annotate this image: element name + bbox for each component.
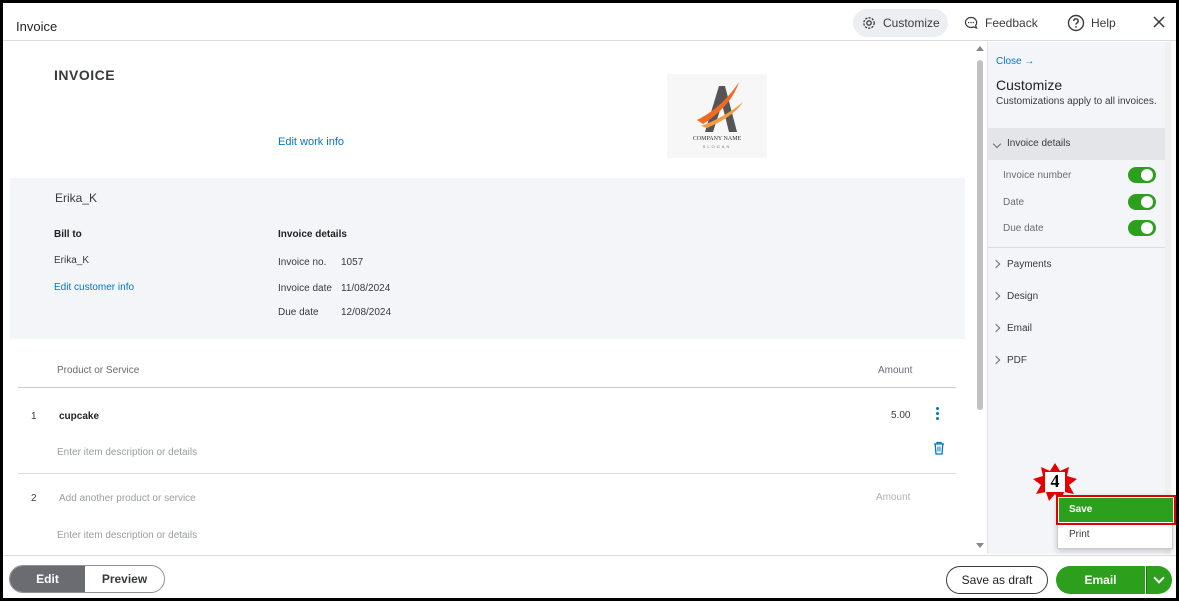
detail-value: 12/08/2024: [341, 307, 392, 318]
row-number: 1: [31, 411, 37, 422]
help-label: Help: [1091, 16, 1116, 30]
trash-icon[interactable]: [933, 441, 945, 455]
panel-scrollbar[interactable]: [1165, 42, 1171, 554]
section-label: Payments: [1007, 259, 1052, 270]
section-label: Design: [1007, 291, 1039, 302]
edit-tab[interactable]: Edit: [10, 566, 85, 592]
save-as-draft-button[interactable]: Save as draft: [946, 566, 1048, 594]
edit-work-info-link[interactable]: Edit work info: [278, 136, 344, 148]
chevron-right-icon: [991, 291, 1001, 301]
toggle-label: Date: [1003, 197, 1025, 208]
row-description-field[interactable]: Enter item description or details: [57, 447, 197, 458]
save-options-menu: Save Print: [1056, 495, 1176, 549]
chat-bubble-icon: [964, 16, 978, 30]
scroll-up-arrow-icon[interactable]: [976, 46, 984, 51]
section-invoice-details[interactable]: Invoice details: [988, 128, 1171, 160]
invoice-date-row[interactable]: Invoice date 11/08/2024: [278, 283, 390, 294]
panel-title: Customize: [996, 77, 1063, 93]
invoice-number-toggle[interactable]: [1128, 167, 1156, 183]
window-title: Invoice: [16, 19, 58, 34]
bill-to-name: Erika_K: [54, 255, 90, 266]
feedback-label: Feedback: [985, 16, 1038, 30]
bottom-bar: Edit Preview Save as draft Email: [3, 555, 1176, 598]
question-circle-icon: [1067, 14, 1085, 32]
date-toggle[interactable]: [1128, 194, 1156, 210]
save-menu-item[interactable]: Save: [1056, 495, 1176, 525]
email-button[interactable]: Email: [1056, 566, 1145, 594]
section-design[interactable]: Design: [988, 287, 1171, 307]
invoice-editor: INVOICE Edit work info COMPANY NAME SLOG…: [3, 42, 969, 554]
section-payments[interactable]: Payments: [988, 255, 1171, 275]
column-header-product: Product or Service: [57, 365, 140, 376]
chevron-down-icon: [992, 139, 1002, 149]
help-button[interactable]: Help: [1059, 9, 1124, 37]
logo-slogan: SLOGAN: [702, 144, 732, 149]
invoice-heading: INVOICE: [54, 67, 116, 83]
customer-section: Erika_K Bill to Erika_K Edit customer in…: [10, 178, 965, 339]
detail-label: Invoice date: [278, 283, 332, 294]
customize-label: Customize: [883, 16, 940, 30]
chevron-down-icon: [1153, 572, 1165, 584]
amount-field[interactable]: Amount: [876, 492, 910, 503]
chevron-right-icon: [991, 259, 1001, 269]
logo-a-icon: [697, 82, 743, 132]
app-window: Invoice Customize Feedback Help INVOICE …: [0, 0, 1179, 601]
customer-name[interactable]: Erika_K: [55, 191, 97, 205]
feedback-button[interactable]: Feedback: [955, 9, 1046, 37]
bill-to-label: Bill to: [54, 229, 82, 240]
chevron-right-icon: [991, 323, 1001, 333]
panel-subtitle: Customizations apply to all invoices.: [996, 96, 1157, 107]
row-description-field[interactable]: Enter item description or details: [57, 530, 197, 541]
add-product-field[interactable]: Add another product or service: [59, 493, 196, 504]
table-row[interactable]: 1 cupcake 5.00 Enter item description or…: [18, 389, 956, 474]
detail-label: Invoice no.: [278, 257, 327, 268]
invoice-number-row[interactable]: Invoice no. 1057: [278, 257, 363, 268]
toggle-label: Invoice number: [1003, 170, 1072, 181]
detail-label: Due date: [278, 307, 319, 318]
invoice-details-label: Invoice details: [278, 229, 347, 240]
gear-icon: [863, 17, 875, 29]
detail-value: 1057: [341, 257, 364, 268]
section-pdf[interactable]: PDF: [988, 351, 1171, 371]
row-amount[interactable]: 5.00: [891, 410, 910, 421]
step-number: 4: [1050, 471, 1060, 491]
divider: [988, 247, 1171, 248]
section-label: Invoice details: [1007, 138, 1071, 149]
row-number: 2: [31, 493, 37, 504]
items-table-header: Product or Service Amount: [18, 362, 956, 388]
preview-tab[interactable]: Preview: [85, 566, 164, 592]
due-date-toggle[interactable]: [1128, 220, 1156, 236]
edit-customer-info-link[interactable]: Edit customer info: [54, 282, 134, 293]
section-email[interactable]: Email: [988, 319, 1171, 339]
section-label: Email: [1007, 323, 1033, 334]
section-label: PDF: [1007, 355, 1027, 366]
customize-panel: Close → Customize Customizations apply t…: [987, 42, 1171, 554]
logo-caption: COMPANY NAME: [692, 136, 742, 142]
row-product[interactable]: cupcake: [59, 411, 99, 422]
chevron-right-icon: [991, 355, 1001, 365]
more-options-icon[interactable]: [936, 407, 940, 421]
print-menu-item[interactable]: Print: [1059, 526, 1173, 548]
editor-scrollbar[interactable]: [975, 42, 985, 554]
scroll-down-arrow-icon[interactable]: [976, 543, 984, 548]
top-bar: Invoice Customize Feedback Help: [3, 3, 1176, 41]
due-date-row[interactable]: Due date 12/08/2024: [278, 307, 391, 318]
close-panel-link[interactable]: Close →: [996, 56, 1034, 67]
company-logo[interactable]: COMPANY NAME SLOGAN: [667, 74, 767, 158]
edit-preview-toggle: Edit Preview: [9, 565, 165, 593]
table-row[interactable]: 2 Add another product or service Amount …: [18, 475, 956, 554]
customize-button[interactable]: Customize: [853, 9, 948, 37]
scroll-thumb[interactable]: [977, 60, 983, 410]
more-actions-dropdown-button[interactable]: [1146, 566, 1172, 594]
toggle-label: Due date: [1003, 223, 1044, 234]
detail-value: 11/08/2024: [341, 283, 391, 294]
column-header-amount: Amount: [878, 365, 913, 376]
close-icon[interactable]: [1152, 15, 1166, 29]
